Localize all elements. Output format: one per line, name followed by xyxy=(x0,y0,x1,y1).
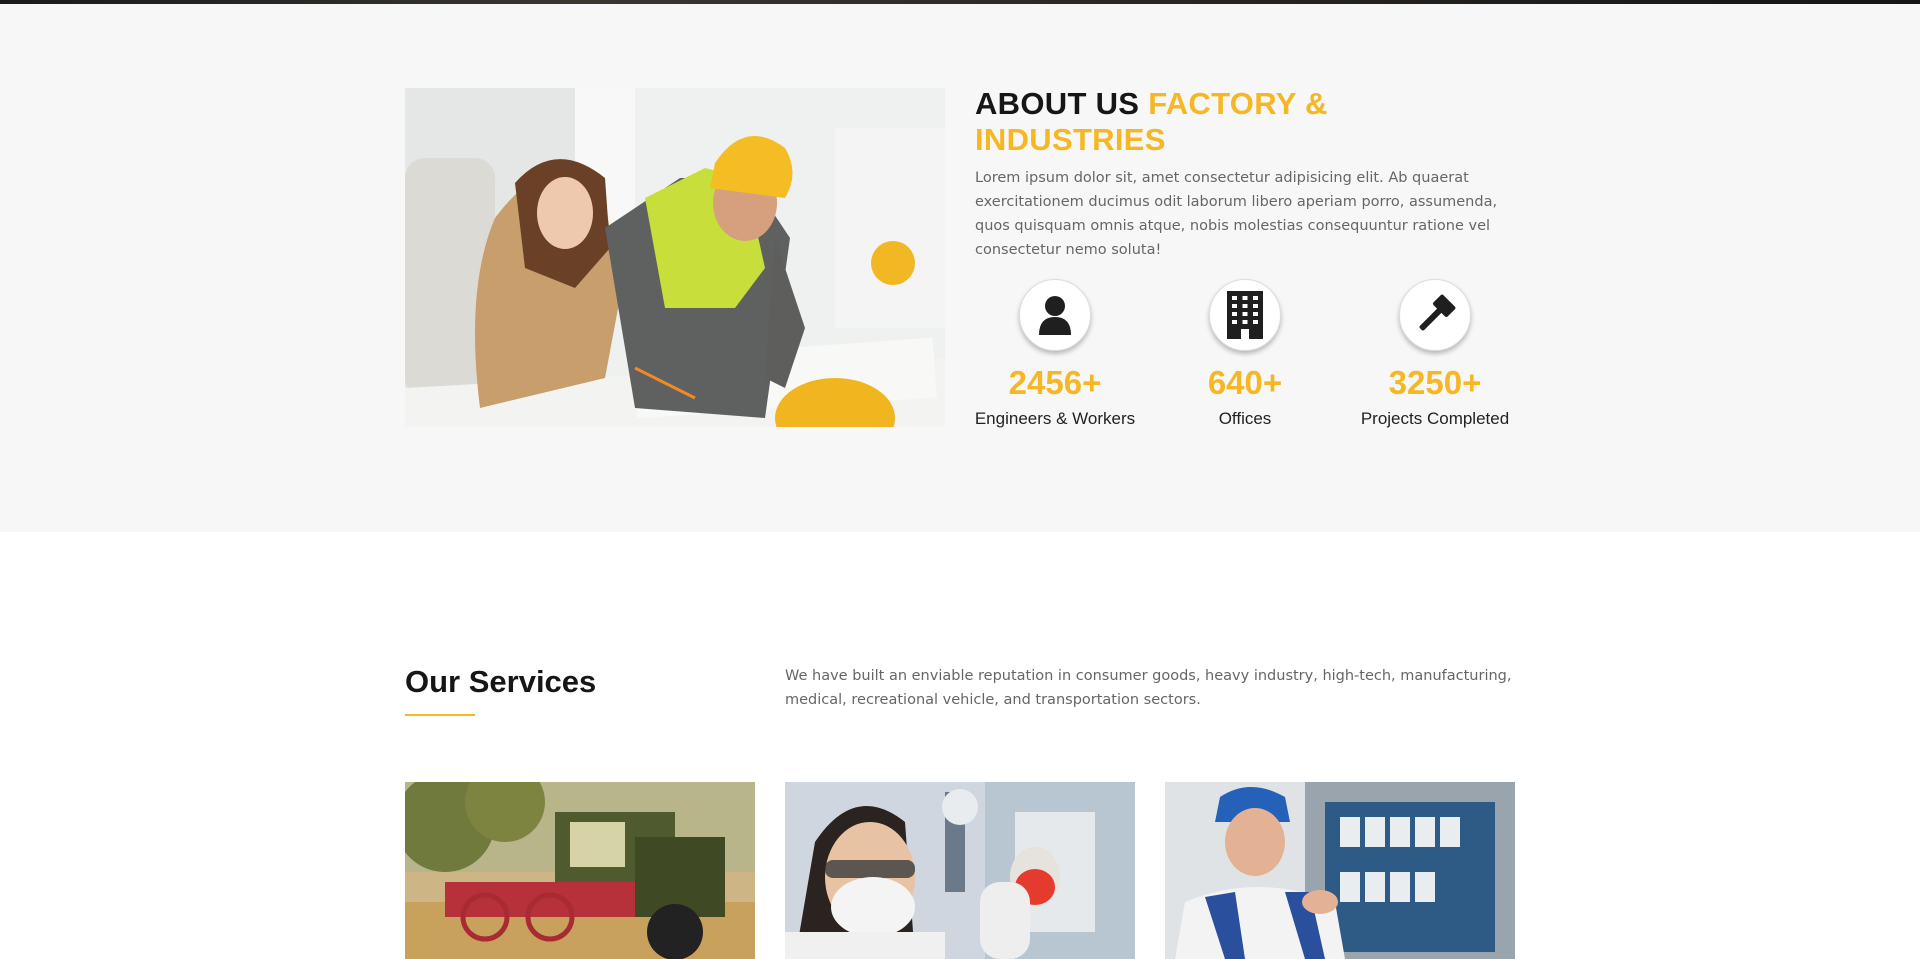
stat-offices: 640+ Offices xyxy=(1160,279,1330,431)
services-title: Our Services xyxy=(405,664,597,699)
stat-number: 2456+ xyxy=(1008,364,1102,401)
stat-label: Engineers & Workers xyxy=(974,409,1136,428)
stat-label: Projects Completed xyxy=(1360,409,1510,428)
about-title: ABOUT US FACTORY & INDUSTRIES xyxy=(975,86,1375,158)
about-section: ABOUT US FACTORY & INDUSTRIES Lorem ipsu… xyxy=(0,4,1920,532)
building-icon xyxy=(1209,279,1281,351)
service-card-laboratory[interactable] xyxy=(785,782,1135,959)
service-card-electrician[interactable] xyxy=(1165,782,1515,959)
gavel-icon xyxy=(1399,279,1471,351)
stat-projects: 3250+ Projects Completed xyxy=(1350,279,1520,431)
about-description: Lorem ipsum dolor sit, amet consectetur … xyxy=(975,170,1498,258)
service-card-harvester[interactable] xyxy=(405,782,755,959)
stat-number: 3250+ xyxy=(1388,364,1482,401)
about-photo xyxy=(405,88,945,427)
user-icon xyxy=(1019,279,1091,351)
stat-engineers: 2456+ Engineers & Workers xyxy=(970,279,1140,431)
services-description: We have built an enviable reputation in … xyxy=(785,668,1512,708)
services-title-underline xyxy=(405,714,475,716)
stat-label: Offices xyxy=(1218,409,1272,428)
about-title-main: ABOUT US xyxy=(975,86,1149,121)
stat-number: 640+ xyxy=(1207,364,1283,401)
